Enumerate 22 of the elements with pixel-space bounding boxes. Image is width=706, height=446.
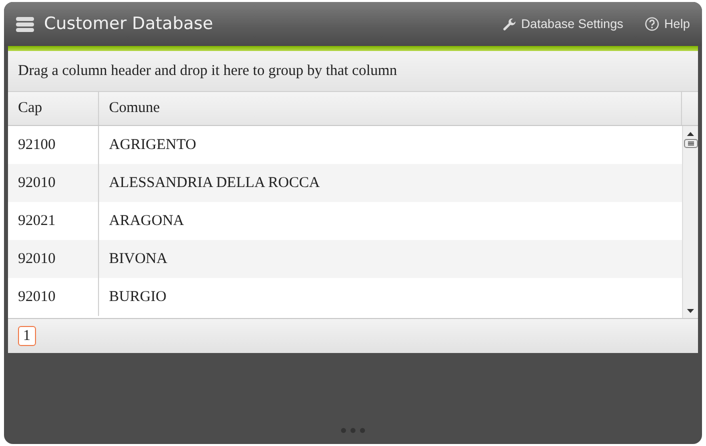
table-cell: 92010: [8, 278, 99, 316]
table-cell-text: AGRIGENTO: [108, 136, 198, 154]
help-link[interactable]: Help: [645, 17, 690, 31]
group-drop-area[interactable]: Drag a column header and drop it here to group by that column: [8, 51, 698, 92]
settings-link[interactable]: Database Settings: [503, 17, 624, 31]
scrollbar[interactable]: [682, 126, 698, 318]
table-cell-text: ARAGONA: [108, 212, 185, 230]
wrench-icon: [503, 18, 516, 30]
menu-icon[interactable]: [16, 16, 34, 32]
scroll-up-icon[interactable]: [687, 132, 694, 136]
table-cell-text: BURGIO: [108, 288, 168, 306]
scroll-thumb-icon[interactable]: [684, 139, 698, 148]
column-header[interactable]: Cap: [8, 92, 99, 125]
scroll-down-icon[interactable]: [687, 309, 694, 313]
table-cell-text: ALESSANDRIA DELLA ROCCA: [108, 174, 321, 192]
group-hint: Drag a column header and drop it here to group by that column: [18, 62, 398, 80]
help-icon: [645, 17, 660, 31]
page-button[interactable]: 1: [18, 326, 36, 346]
column-header[interactable]: Comune: [99, 92, 681, 125]
resize-handle-icon[interactable]: [341, 428, 365, 433]
table-cell-text: BIVONA: [108, 250, 168, 268]
window-title: Customer Database: [44, 14, 214, 34]
